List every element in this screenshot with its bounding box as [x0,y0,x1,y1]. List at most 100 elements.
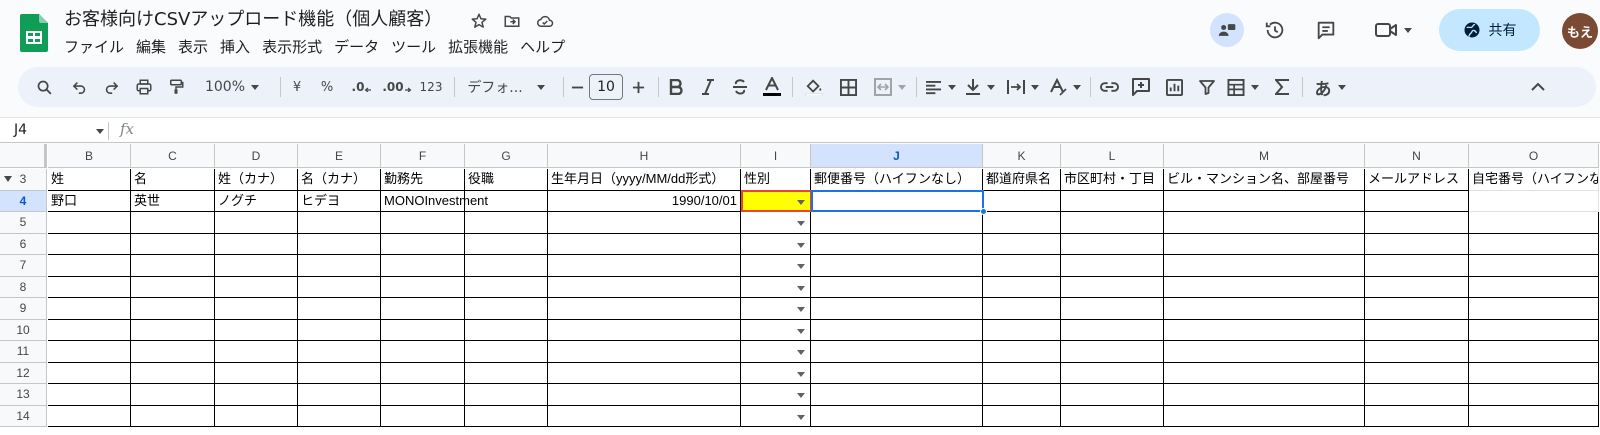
version-history-button[interactable] [1258,13,1292,47]
column-header-9[interactable]: K [983,144,1061,168]
empty-cell[interactable] [465,341,548,363]
empty-cell[interactable] [465,255,548,277]
empty-cell[interactable] [381,341,465,363]
menu-data[interactable]: データ [328,35,385,59]
empty-cell[interactable] [811,362,983,384]
empty-cell[interactable] [548,362,741,384]
increase-font-size-button[interactable] [627,67,649,107]
empty-cell[interactable] [48,212,131,234]
header-cell[interactable]: 役職 [465,169,548,191]
header-cell[interactable]: 名 [131,169,215,191]
dropdown-arrow-icon[interactable] [797,285,805,291]
empty-cell[interactable] [381,384,465,406]
print-icon[interactable] [130,67,158,107]
empty-cell[interactable] [811,405,983,427]
empty-cell[interactable] [983,319,1061,341]
column-header-4[interactable]: F [381,144,465,168]
empty-cell[interactable] [48,233,131,255]
empty-cell[interactable] [48,319,131,341]
borders-icon[interactable] [836,67,860,107]
row-header[interactable]: 10 [0,319,47,341]
empty-cell[interactable] [298,298,381,320]
empty-cell[interactable] [1164,233,1365,255]
header-cell[interactable]: ビル・マンション名、部屋番号 [1164,169,1365,191]
empty-cell[interactable] [983,276,1061,298]
data-cell[interactable] [983,190,1061,212]
empty-cell[interactable] [48,298,131,320]
empty-cell[interactable] [465,384,548,406]
empty-cell[interactable] [811,341,983,363]
column-header-12[interactable]: N [1365,144,1469,168]
dropdown-arrow-icon[interactable] [797,350,805,355]
undo-icon[interactable] [65,67,93,107]
empty-cell[interactable] [48,362,131,384]
empty-cell[interactable] [548,319,741,341]
dropdown-arrow-icon[interactable] [797,221,805,226]
empty-cell[interactable] [48,255,131,277]
dropdown-arrow-icon[interactable] [797,307,805,312]
column-header-6[interactable]: H [548,144,741,168]
empty-cell[interactable] [811,233,983,255]
empty-cell[interactable] [1164,341,1365,363]
collapse-menus-icon[interactable] [1524,67,1552,107]
empty-cell[interactable] [983,362,1061,384]
row-header[interactable]: 8 [0,276,47,298]
column-header-1[interactable]: C [131,144,215,168]
empty-cell[interactable] [1061,405,1164,427]
empty-cell[interactable] [1365,298,1469,320]
data-cell[interactable] [811,190,983,212]
empty-cell[interactable] [983,405,1061,427]
empty-cell[interactable] [298,384,381,406]
empty-cell[interactable] [741,405,811,427]
data-cell[interactable] [1164,190,1365,212]
empty-cell[interactable] [131,341,215,363]
chat-button[interactable] [1210,13,1244,47]
menu-format[interactable]: 表示形式 [256,35,328,59]
menu-edit[interactable]: 編集 [130,35,172,59]
empty-cell[interactable] [1469,319,1599,341]
empty-cell[interactable] [215,341,298,363]
empty-cell[interactable] [1365,212,1469,234]
empty-cell[interactable] [1469,212,1599,234]
empty-cell[interactable] [811,319,983,341]
row-header[interactable]: 11 [0,341,47,363]
column-header-3[interactable]: E [298,144,381,168]
input-tools-button[interactable]: あ [1308,67,1352,107]
empty-cell[interactable] [741,384,811,406]
empty-cell[interactable] [381,298,465,320]
menu-file[interactable]: ファイル [58,35,130,59]
dropdown-arrow-icon[interactable] [797,242,805,248]
font-select[interactable]: デフォ... [460,67,552,107]
text-color-icon[interactable] [760,67,784,107]
empty-cell[interactable] [741,319,811,341]
avatar[interactable]: もえ [1562,13,1598,49]
empty-cell[interactable] [298,405,381,427]
empty-cell[interactable] [215,362,298,384]
empty-cell[interactable] [983,212,1061,234]
empty-cell[interactable] [811,276,983,298]
filter-icon[interactable] [1194,67,1220,107]
column-header-7[interactable]: I [741,144,811,168]
empty-cell[interactable] [215,255,298,277]
empty-cell[interactable] [548,233,741,255]
empty-cell[interactable] [1365,362,1469,384]
data-cell[interactable] [1365,190,1469,212]
empty-cell[interactable] [1469,298,1599,320]
empty-cell[interactable] [131,362,215,384]
header-cell[interactable]: 性別 [741,169,811,191]
share-button[interactable]: 共有 [1439,9,1540,51]
row-header[interactable]: 6 [0,233,47,255]
empty-cell[interactable] [548,255,741,277]
column-header-5[interactable]: G [465,144,548,168]
empty-cell[interactable] [298,255,381,277]
functions-icon[interactable] [1270,67,1294,107]
document-title[interactable]: お客様向けCSVアップロード機能（個人顧客） [64,8,442,32]
empty-cell[interactable] [1365,276,1469,298]
empty-cell[interactable] [548,405,741,427]
empty-cell[interactable] [465,362,548,384]
empty-cell[interactable] [1469,255,1599,277]
empty-cell[interactable] [215,384,298,406]
empty-cell[interactable] [215,405,298,427]
empty-cell[interactable] [1469,276,1599,298]
header-cell[interactable]: 名（カナ） [298,169,381,191]
